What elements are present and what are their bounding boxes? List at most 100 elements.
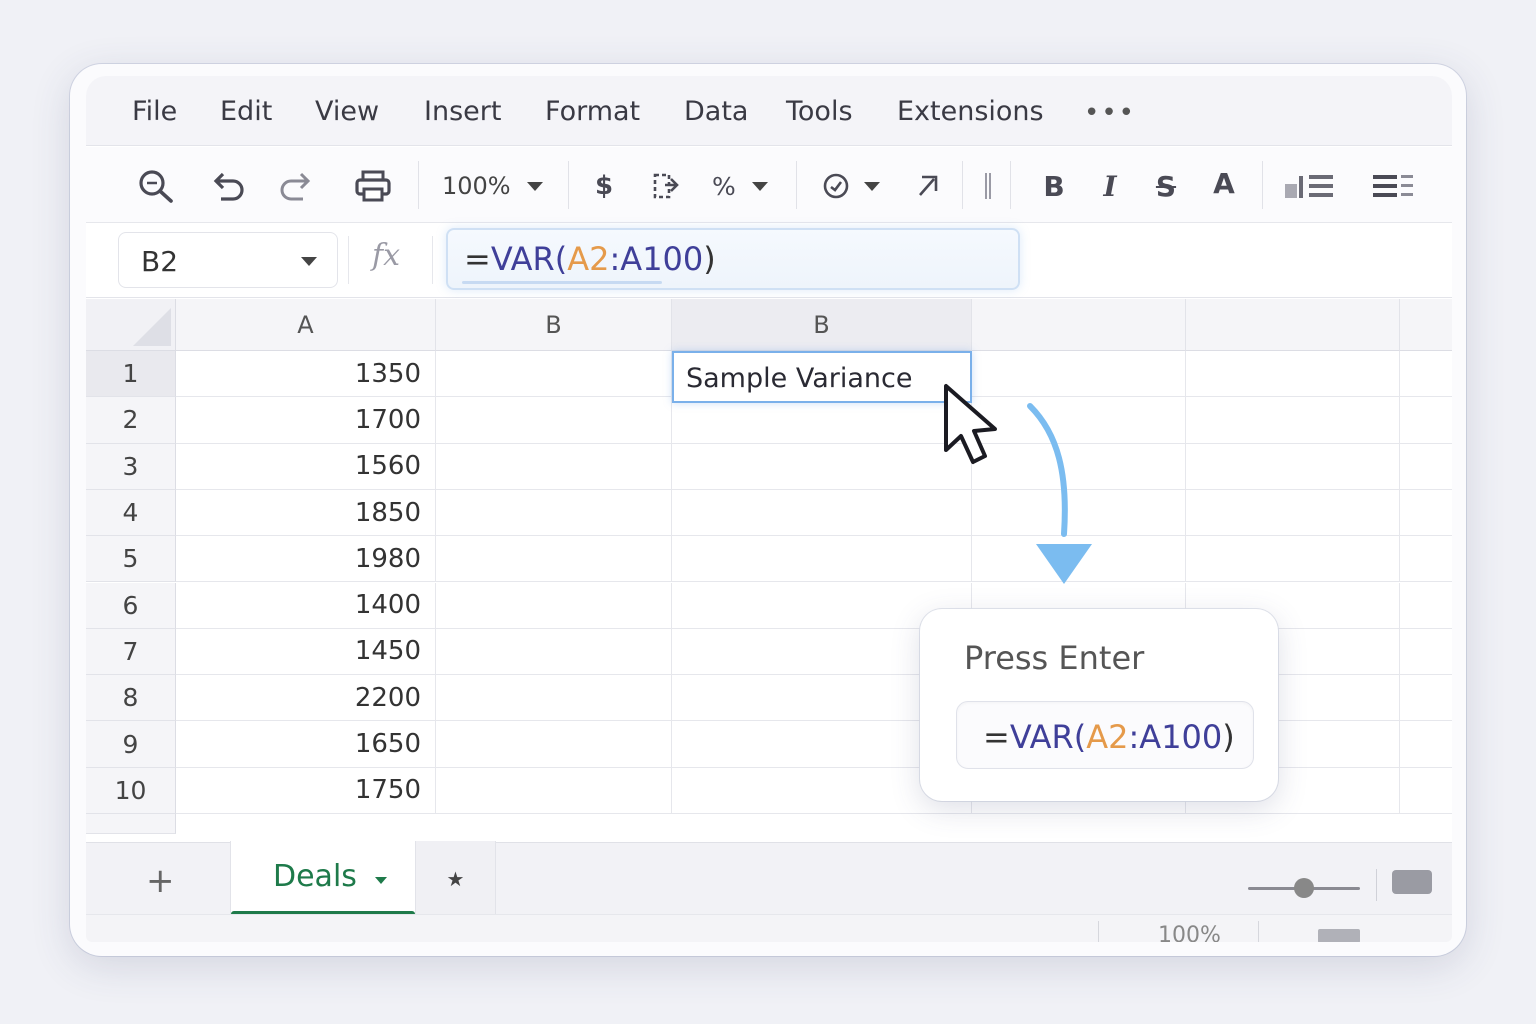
search-icon[interactable] [136, 170, 176, 203]
cell[interactable] [436, 675, 672, 722]
cell-a[interactable]: 1980 [176, 536, 436, 583]
menu-view[interactable]: View [315, 96, 379, 127]
formula-eq: = [464, 240, 491, 278]
cell[interactable] [1186, 397, 1400, 444]
cell-a[interactable]: 1560 [176, 443, 436, 490]
menu-bar: File Edit View Insert Format Data Tools … [86, 76, 1452, 146]
name-box[interactable]: B2 [118, 232, 338, 288]
menu-data[interactable]: Data [684, 96, 748, 127]
cell-a[interactable]: 1650 [176, 721, 436, 768]
italic-icon[interactable]: I [1098, 170, 1122, 203]
cell-a[interactable]: 1450 [176, 628, 436, 676]
select-all-corner[interactable] [86, 299, 176, 351]
cell-a[interactable]: 1850 [176, 489, 436, 537]
chevron-down-icon [864, 181, 880, 191]
row-header-partial[interactable] [86, 814, 176, 834]
menu-edit[interactable]: Edit [220, 96, 272, 127]
add-sheet-button[interactable]: + [146, 861, 175, 901]
currency-icon[interactable]: $ [592, 171, 616, 201]
formula-input[interactable]: =VAR(A2:A100) [446, 228, 1020, 290]
sheet-tab-deals[interactable]: Deals [230, 841, 416, 917]
menu-insert[interactable]: Insert [424, 96, 501, 127]
strikethrough-icon[interactable]: S [1152, 170, 1180, 203]
cell-a[interactable]: 1400 [176, 582, 436, 629]
formula-divider [432, 236, 433, 284]
row-header[interactable]: 5 [86, 536, 176, 583]
text-color-icon[interactable]: A [1204, 170, 1244, 201]
cell[interactable] [1400, 397, 1452, 444]
percent-dropdown[interactable]: % [712, 171, 782, 201]
cell[interactable] [436, 489, 672, 537]
time-format-dropdown[interactable] [822, 171, 888, 201]
column-header-blank[interactable] [1400, 299, 1452, 351]
cell[interactable] [436, 582, 672, 629]
redo-icon[interactable] [276, 171, 316, 201]
cell[interactable] [1186, 536, 1400, 583]
row-header[interactable]: 8 [86, 675, 176, 722]
curved-arrow-icon [1027, 403, 1092, 584]
cell[interactable] [436, 397, 672, 444]
cell-a[interactable]: 1350 [176, 351, 436, 398]
status-divider [1258, 921, 1259, 942]
cell[interactable] [1186, 351, 1400, 398]
cell[interactable] [436, 536, 672, 583]
cell[interactable] [436, 767, 672, 814]
cell[interactable] [1186, 489, 1400, 537]
divider-icon[interactable] [982, 171, 994, 201]
cell[interactable] [436, 443, 672, 490]
menu-extensions[interactable]: Extensions [897, 96, 1044, 127]
toolbar-divider [962, 161, 963, 209]
cell[interactable] [1400, 351, 1452, 398]
cell[interactable] [436, 351, 672, 398]
cell[interactable] [1400, 675, 1452, 722]
menu-tools[interactable]: Tools [786, 96, 853, 127]
column-header-b[interactable]: B [436, 299, 672, 351]
clock-icon [823, 173, 849, 199]
row-header[interactable]: 9 [86, 721, 176, 768]
zoom-slider-handle[interactable] [1294, 878, 1314, 898]
align-icon[interactable] [1370, 171, 1416, 201]
sheet-tab-star[interactable]: ★ [416, 841, 496, 917]
cell[interactable] [436, 721, 672, 768]
zoom-dropdown[interactable]: 100% [442, 171, 554, 201]
grid-view-button[interactable] [1392, 870, 1432, 894]
row-header[interactable]: 2 [86, 397, 176, 444]
row-header[interactable]: 6 [86, 582, 176, 629]
row-header[interactable]: 3 [86, 443, 176, 490]
cell[interactable] [1400, 721, 1452, 768]
press-enter-hint-card: Press Enter =VAR(A2:A100) [920, 609, 1278, 801]
cell-a[interactable]: 2200 [176, 675, 436, 722]
cell[interactable] [1400, 490, 1452, 537]
format-icon[interactable] [648, 171, 684, 201]
undo-icon[interactable] [208, 171, 248, 201]
cell[interactable] [436, 628, 672, 676]
hint-formula-field: =VAR(A2:A100) [956, 701, 1254, 769]
cell-a[interactable]: 1750 [176, 767, 436, 814]
hint-formula-close: ) [1222, 718, 1235, 756]
menu-format[interactable]: Format [545, 96, 640, 127]
bold-icon[interactable]: B [1040, 170, 1068, 203]
cell[interactable] [1400, 583, 1452, 629]
cell[interactable] [672, 536, 972, 583]
cell[interactable] [1400, 536, 1452, 583]
more-menu-icon[interactable]: ••• [1084, 98, 1136, 128]
cell[interactable] [1400, 629, 1452, 676]
row-header[interactable]: 1 [86, 351, 176, 398]
cell[interactable] [1400, 444, 1452, 490]
column-header-a[interactable]: A [176, 299, 436, 351]
status-view-button[interactable] [1318, 929, 1360, 942]
link-arrow-icon[interactable] [912, 171, 942, 201]
column-header-blank[interactable] [1186, 299, 1400, 351]
chart-icon[interactable] [1282, 171, 1340, 201]
cell[interactable] [672, 489, 972, 537]
cell[interactable] [1400, 768, 1452, 814]
row-header[interactable]: 10 [86, 767, 176, 814]
formula-bar: B2 fx =VAR(A2:A100) [86, 224, 1452, 298]
print-icon[interactable] [352, 170, 394, 202]
formula-ref-start: A2 [567, 240, 610, 278]
cell-a[interactable]: 1700 [176, 397, 436, 444]
row-header[interactable]: 4 [86, 489, 176, 537]
row-header[interactable]: 7 [86, 628, 176, 676]
menu-file[interactable]: File [132, 96, 177, 127]
cell[interactable] [1186, 443, 1400, 490]
